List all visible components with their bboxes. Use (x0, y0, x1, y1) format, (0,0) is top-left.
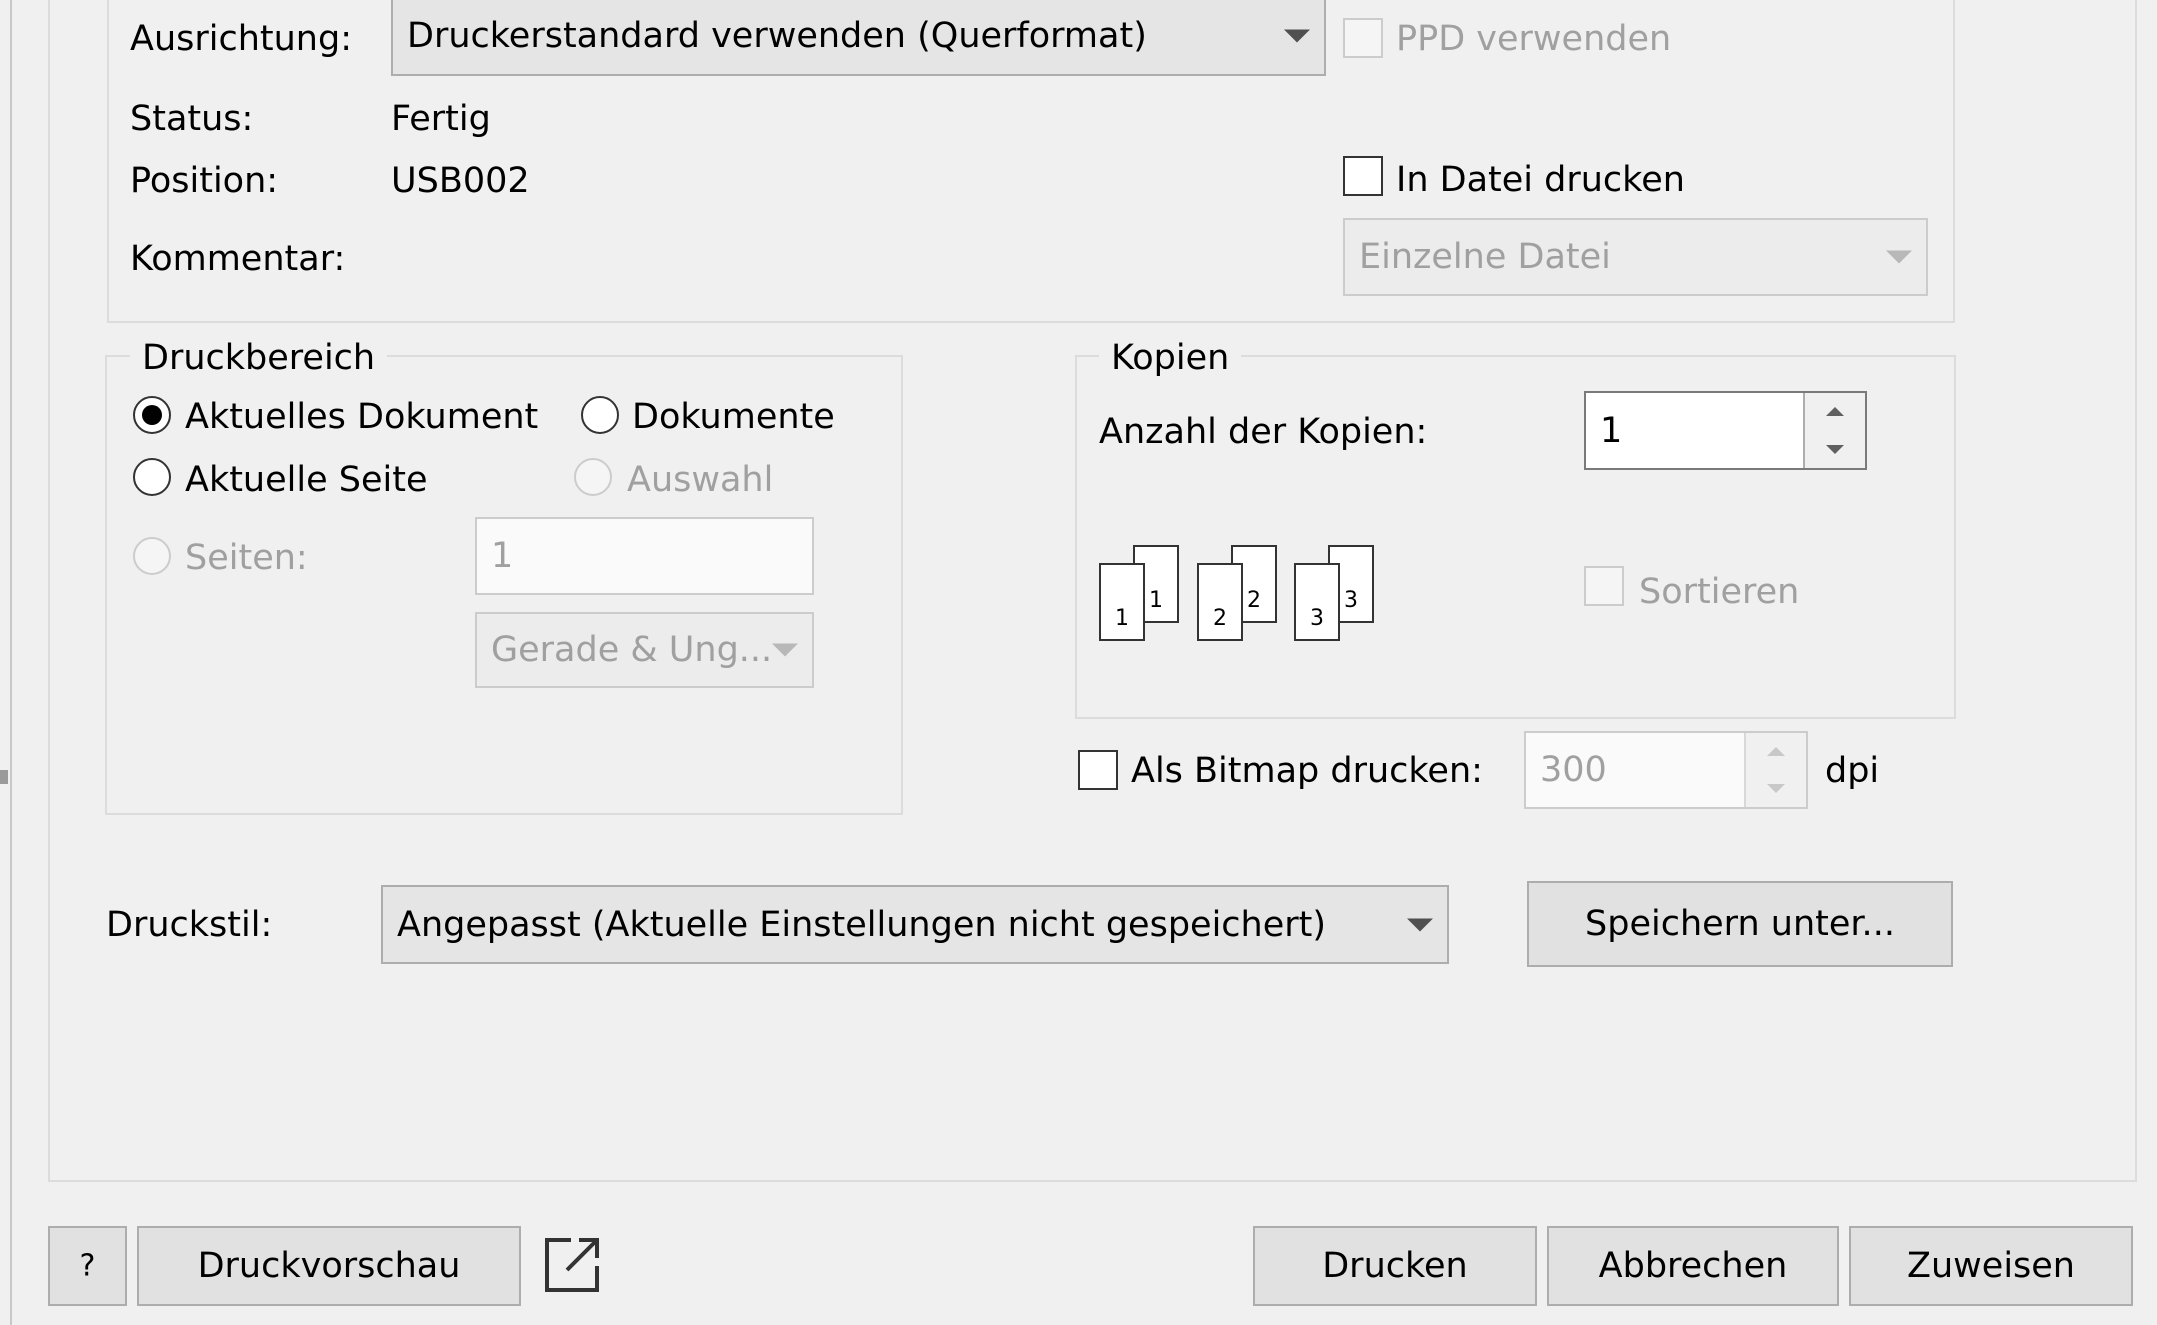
external-link-icon[interactable] (541, 1234, 603, 1296)
parity-select[interactable]: Gerade & Ung... (475, 612, 814, 688)
spin-up-icon[interactable] (1767, 747, 1785, 756)
position-label: Position: (130, 161, 279, 201)
orientation-select[interactable]: Druckerstandard verwenden (Querformat) (391, 0, 1326, 76)
page-icon: 2 (1197, 563, 1243, 641)
print-range-legend: Druckbereich (130, 341, 388, 376)
radio-selection[interactable] (574, 458, 612, 496)
page-icon: 1 (1099, 563, 1145, 641)
selection-label: Auswahl (627, 460, 774, 500)
print-style-label: Druckstil: (106, 905, 273, 945)
spin-down-icon[interactable] (1767, 784, 1785, 793)
chevron-down-icon (772, 643, 798, 657)
orientation-label: Ausrichtung: (130, 19, 352, 59)
collate-label: Sortieren (1639, 572, 1800, 612)
copies-legend: Kopien (1099, 341, 1242, 376)
current-document-label: Aktuelles Dokument (185, 397, 539, 437)
print-style-select[interactable]: Angepasst (Aktuelle Einstellungen nicht … (381, 885, 1449, 964)
documents-label: Dokumente (632, 397, 835, 437)
page-icon: 3 (1294, 563, 1340, 641)
current-page-label: Aktuelle Seite (185, 460, 428, 500)
pages-input[interactable]: 1 (475, 517, 814, 595)
pages-label: Seiten: (185, 538, 308, 578)
radio-pages[interactable] (133, 537, 171, 575)
radio-current-document[interactable] (133, 396, 171, 434)
copies-count-value: 1 (1600, 410, 1623, 451)
status-label: Status: (130, 99, 254, 139)
help-button[interactable]: ? (48, 1226, 127, 1306)
cancel-button[interactable]: Abbrechen (1547, 1226, 1839, 1306)
file-mode-select[interactable]: Einzelne Datei (1343, 218, 1928, 296)
window-left-edge (10, 0, 12, 1325)
dpi-input[interactable]: 300 (1524, 731, 1808, 809)
print-to-file-label: In Datei drucken (1396, 160, 1685, 200)
print-button[interactable]: Drucken (1253, 1226, 1537, 1306)
ppd-checkbox[interactable] (1343, 18, 1383, 58)
dpi-unit: dpi (1825, 751, 1880, 791)
copies-count-input[interactable]: 1 (1584, 391, 1867, 470)
dpi-value: 300 (1540, 750, 1607, 790)
chevron-down-icon (1886, 250, 1912, 264)
pages-value: 1 (491, 536, 514, 576)
print-to-file-checkbox[interactable] (1343, 156, 1383, 196)
collate-checkbox[interactable] (1584, 566, 1624, 606)
spin-up-icon[interactable] (1826, 407, 1844, 416)
chevron-down-icon (1407, 918, 1433, 931)
bitmap-checkbox[interactable] (1078, 750, 1118, 790)
radio-current-page[interactable] (133, 458, 171, 496)
chevron-down-icon (1284, 29, 1310, 43)
bitmap-label: Als Bitmap drucken: (1131, 751, 1483, 791)
file-mode-value: Einzelne Datei (1359, 237, 1611, 277)
parity-value: Gerade & Ung... (491, 630, 773, 670)
copies-spinner[interactable] (1803, 393, 1865, 468)
radio-selected-dot (142, 405, 162, 425)
resize-grip[interactable] (0, 770, 8, 784)
spin-down-icon[interactable] (1826, 445, 1844, 454)
print-style-value: Angepasst (Aktuelle Einstellungen nicht … (397, 904, 1327, 945)
apply-button[interactable]: Zuweisen (1849, 1226, 2133, 1306)
position-value: USB002 (391, 161, 530, 201)
status-value: Fertig (391, 99, 491, 139)
dpi-spinner[interactable] (1744, 733, 1806, 807)
print-preview-button[interactable]: Druckvorschau (137, 1226, 521, 1306)
ppd-label: PPD verwenden (1396, 19, 1672, 59)
comment-label: Kommentar: (130, 239, 346, 279)
radio-documents[interactable] (581, 396, 619, 434)
save-as-button[interactable]: Speichern unter... (1527, 881, 1953, 967)
orientation-value: Druckerstandard verwenden (Querformat) (407, 16, 1147, 56)
copies-count-label: Anzahl der Kopien: (1099, 412, 1428, 452)
